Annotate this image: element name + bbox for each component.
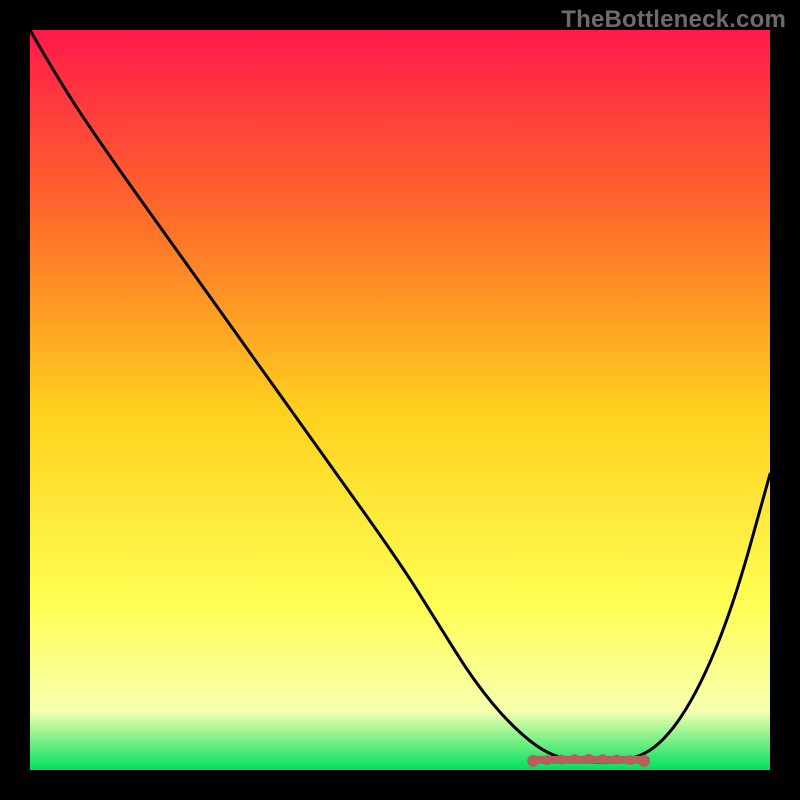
optimal-zone-dot	[527, 755, 539, 767]
optimal-zone-dot	[625, 755, 635, 765]
optimal-zone-dot	[584, 754, 594, 764]
optimal-zone-dot	[542, 755, 552, 765]
chart-frame: TheBottleneck.com	[0, 0, 800, 800]
optimal-zone-dot	[556, 755, 566, 765]
optimal-zone-dot	[638, 755, 650, 767]
watermark-text: TheBottleneck.com	[561, 6, 786, 34]
optimal-zone-dot	[611, 755, 621, 765]
optimal-zone-dot	[570, 754, 580, 764]
plot-area	[30, 30, 770, 770]
optimal-zone-dot	[598, 754, 608, 764]
bottleneck-chart	[30, 30, 770, 770]
heat-gradient-bg	[30, 30, 770, 770]
